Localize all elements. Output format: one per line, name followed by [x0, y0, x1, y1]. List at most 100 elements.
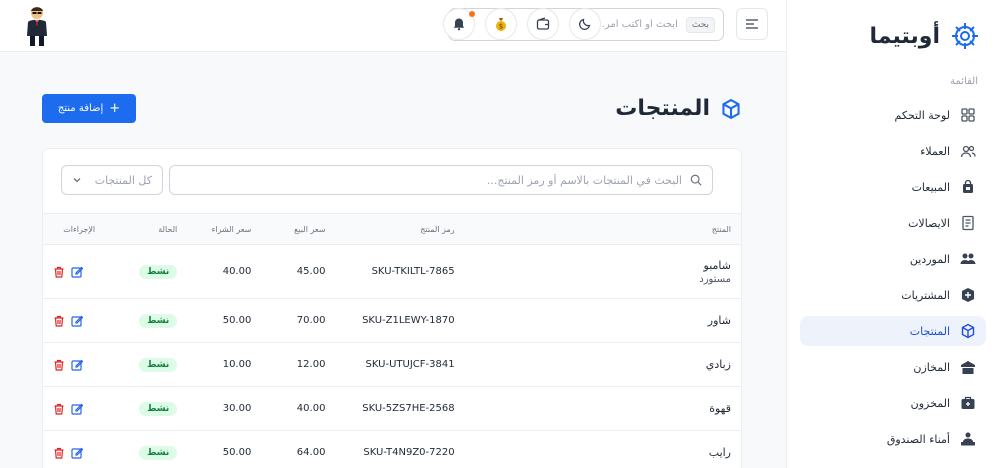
- status-badge: نشط: [139, 445, 178, 460]
- sku-cell: SKU-T4N9Z0-7220: [363, 447, 455, 458]
- page-title: المنتجات: [615, 96, 710, 121]
- sidebar-item-label: لوحة التحكم: [894, 108, 950, 122]
- sidebar-item-customers[interactable]: العملاء: [800, 136, 986, 166]
- users-icon: [960, 145, 976, 158]
- edit-icon[interactable]: [71, 315, 83, 327]
- edit-icon[interactable]: [71, 266, 83, 278]
- trash-icon[interactable]: [53, 447, 65, 459]
- brand-name: أوبتيما: [869, 23, 940, 49]
- trash-icon[interactable]: [53, 403, 65, 415]
- status-badge: نشط: [139, 313, 178, 328]
- sidebar-item-label: الموردين: [909, 252, 950, 266]
- sidebar-item-suppliers[interactable]: الموردين: [800, 244, 986, 274]
- shopping-bag-icon: [963, 179, 973, 193]
- sale-price-cell: 40.00: [296, 403, 326, 414]
- logo-icon: [952, 23, 978, 49]
- purchase-price-cell: 50.00: [222, 447, 252, 458]
- products-card: كل المنتجات المنتج رمز المنتج سعر البيع …: [42, 148, 742, 468]
- brand[interactable]: أوبتيما: [870, 20, 980, 52]
- sku-cell: SKU-Z1LEWY-1870: [362, 315, 455, 326]
- col-header-sale-price[interactable]: سعر البيع: [261, 214, 335, 245]
- col-header-status[interactable]: الحالة: [105, 214, 187, 245]
- product-search[interactable]: [169, 165, 713, 195]
- col-header-actions: الإجراءات: [63, 224, 96, 234]
- table-row[interactable]: زبادي SKU-UTUJCF-3841 12.00 10.00 نشط: [43, 343, 741, 387]
- box-icon: [722, 98, 740, 119]
- coins-button[interactable]: $: [485, 8, 517, 40]
- product-cell: شاور: [465, 299, 741, 343]
- sidebar-item-label: المبيعات: [911, 180, 950, 194]
- svg-text:$: $: [499, 23, 503, 31]
- product-cell: شامبو مستورد: [465, 245, 741, 299]
- table-row[interactable]: رايب SKU-T4N9Z0-7220 64.00 50.00 نشط: [43, 431, 741, 468]
- status-badge: نشط: [139, 357, 178, 372]
- product-name: شامبو: [703, 258, 731, 272]
- sidebar-item-label: الايصالات: [908, 216, 950, 230]
- actions-cell: [43, 343, 105, 387]
- filter-selected-value: كل المنتجات: [94, 173, 152, 187]
- purchases-icon: [962, 288, 974, 302]
- sale-price-cell: 12.00: [296, 359, 326, 370]
- sidebar-item-label: المخزون: [910, 396, 950, 410]
- wallet-icon: [536, 17, 550, 30]
- product-subtitle: مستورد: [699, 273, 731, 285]
- sale-price-cell: 45.00: [296, 266, 326, 277]
- notifications-button[interactable]: [443, 8, 475, 40]
- add-product-button[interactable]: + إضافة منتج: [42, 94, 136, 123]
- sidebar-item-label: المشتريات: [901, 288, 950, 302]
- page-header: المنتجات: [615, 96, 742, 121]
- moon-icon: [578, 18, 591, 31]
- product-filter-select[interactable]: كل المنتجات: [61, 165, 163, 195]
- product-name: زبادي: [705, 358, 731, 371]
- sidebar-menu: لوحة التحكم العملاء المبيعات الايصالات ا…: [800, 100, 986, 460]
- sidebar-item-label: المنتجات: [909, 324, 950, 338]
- trash-icon[interactable]: [53, 315, 65, 327]
- cashiers-icon: [961, 432, 975, 446]
- filter-row: كل المنتجات: [61, 165, 713, 195]
- sidebar-item-inventory[interactable]: المخزون: [800, 388, 986, 418]
- product-cell: قهوة: [465, 387, 741, 431]
- sku-cell: SKU-UTUJCF-3841: [365, 359, 455, 370]
- actions-cell: [43, 299, 105, 343]
- product-search-input[interactable]: [180, 173, 682, 187]
- edit-icon[interactable]: [71, 403, 83, 415]
- actions-cell: [43, 431, 105, 468]
- col-header-product[interactable]: المنتج: [465, 214, 741, 245]
- sidebar-item-label: أمناء الصندوق: [886, 432, 950, 446]
- menu-toggle-button[interactable]: [736, 8, 768, 40]
- sale-price-cell: 64.00: [296, 447, 326, 458]
- edit-icon[interactable]: [71, 447, 83, 459]
- sidebar-item-receipts[interactable]: الايصالات: [800, 208, 986, 238]
- sku-cell: SKU-TKILTL-7865: [371, 266, 455, 277]
- sidebar-item-purchases[interactable]: المشتريات: [800, 280, 986, 310]
- col-header-purchase-price[interactable]: سعر الشراء: [187, 214, 261, 245]
- sidebar-item-warehouses[interactable]: المخازن: [800, 352, 986, 382]
- table-row[interactable]: شامبو مستورد SKU-TKILTL-7865 45.00 40.00 …: [43, 245, 741, 299]
- status-badge: نشط: [139, 401, 178, 416]
- topbar: بحث $: [0, 0, 786, 52]
- purchase-price-cell: 50.00: [222, 315, 252, 326]
- products-table: المنتج رمز المنتج سعر البيع سعر الشراء ا…: [43, 213, 741, 468]
- sidebar-item-cashiers[interactable]: أمناء الصندوق: [800, 424, 986, 454]
- purchase-price-cell: 10.00: [222, 359, 252, 370]
- add-product-label: إضافة منتج: [57, 103, 104, 114]
- edit-icon[interactable]: [71, 359, 83, 371]
- sidebar-item-sales[interactable]: المبيعات: [800, 172, 986, 202]
- status-cell: نشط: [105, 431, 187, 468]
- table-row[interactable]: قهوة SKU-5ZS7HE-2568 40.00 30.00 نشط: [43, 387, 741, 431]
- wallet-button[interactable]: [527, 8, 559, 40]
- product-name: رايب: [708, 446, 731, 459]
- warehouse-icon: [961, 361, 975, 374]
- trash-icon[interactable]: [53, 266, 65, 278]
- status-cell: نشط: [105, 387, 187, 431]
- trash-icon[interactable]: [53, 359, 65, 371]
- notification-dot: [469, 11, 475, 17]
- user-avatar[interactable]: [20, 4, 54, 48]
- dashboard-icon: [961, 108, 975, 122]
- sidebar-item-dashboard[interactable]: لوحة التحكم: [800, 100, 986, 130]
- col-header-sku[interactable]: رمز المنتج: [335, 214, 464, 245]
- theme-toggle-button[interactable]: [569, 8, 601, 40]
- table-row[interactable]: شاور SKU-Z1LEWY-1870 70.00 50.00 نشط: [43, 299, 741, 343]
- status-cell: نشط: [105, 299, 187, 343]
- sidebar-item-products[interactable]: المنتجات: [800, 316, 986, 346]
